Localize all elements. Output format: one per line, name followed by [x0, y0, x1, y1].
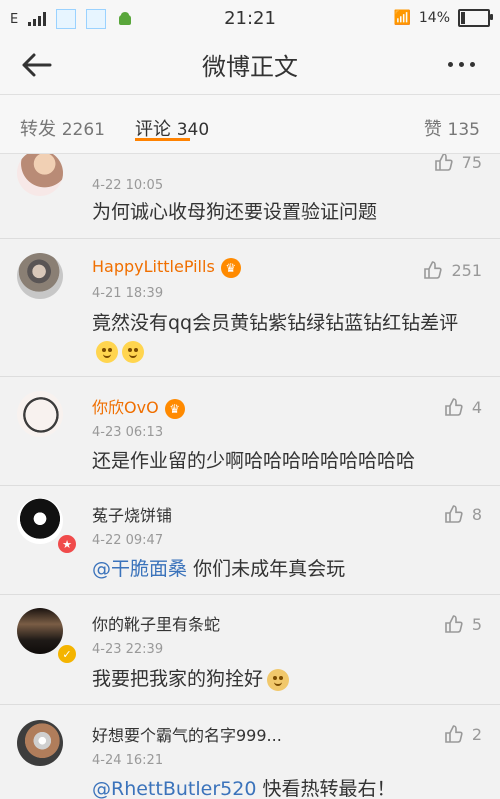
tab-repost-count: 2261 — [61, 120, 105, 140]
like-button[interactable]: 4 — [444, 397, 482, 417]
tab-likes-label: 赞 — [423, 119, 442, 140]
like-count: 8 — [471, 504, 482, 524]
comment-list: 4-22 10:05 为何诚心收母狗还要设置验证问题 75 HappyLittl… — [0, 154, 500, 799]
like-count: 5 — [471, 614, 482, 634]
like-count: 4 — [471, 397, 482, 417]
like-button[interactable]: 8 — [444, 504, 482, 524]
comment-text-body: 我要把我家的狗拴好 — [92, 668, 264, 690]
comment-user[interactable]: 你欣OvO ♛ — [92, 394, 185, 419]
status-right: 📶 14% — [393, 9, 493, 27]
thumbs-up-icon — [445, 725, 463, 743]
avatar[interactable] — [17, 391, 63, 437]
member-crown-icon: ♛ — [220, 257, 241, 278]
avatar[interactable] — [17, 253, 63, 299]
comment-row[interactable]: 你欣OvO ♛ 4-23 06:13 还是作业留的少啊哈哈哈哈哈哈哈哈哈 4 — [0, 377, 500, 486]
like-button[interactable]: 251 — [423, 260, 482, 280]
tab-comments-count: 340 — [176, 120, 210, 140]
comment-mention[interactable]: @RhettButler520 — [92, 778, 256, 799]
battery-percent: 14% — [418, 10, 450, 26]
top-header: 微博正文 — [0, 36, 500, 95]
thinking-emoji-icon — [96, 340, 118, 363]
avatar[interactable] — [17, 154, 63, 196]
thumbs-up-icon — [445, 505, 463, 523]
comment-text: 还是作业留的少啊哈哈哈哈哈哈哈哈哈 — [92, 450, 416, 472]
comment-user[interactable]: 你的靴子里有条蛇 — [92, 611, 220, 635]
comment-text: 我要把我家的狗拴好 — [92, 665, 468, 693]
thinking-emoji-icon — [122, 340, 144, 363]
more-button[interactable] — [442, 53, 482, 77]
thumbs-up-icon — [434, 154, 453, 171]
comment-time: 4-22 09:47 — [92, 533, 164, 548]
detail-tabs: 转发 2261 评论 340 赞 135 — [0, 95, 500, 154]
verified-badge-icon: ✓ — [56, 643, 78, 665]
comment-time: 4-24 16:21 — [92, 753, 164, 768]
like-count: 251 — [451, 260, 482, 280]
comment-row[interactable]: 好想要个霸气的名字999... 4-24 16:21 @RhettButler5… — [0, 705, 500, 799]
comment-time: 4-22 10:05 — [92, 178, 164, 193]
thumbs-up-icon — [445, 398, 463, 416]
active-tab-underline — [135, 138, 190, 141]
comment-mention[interactable]: @干脆面桑 — [92, 558, 187, 580]
comment-row[interactable]: HappyLittlePills ♛ 4-21 18:39 竟然没有qq会员黄钻紫… — [0, 239, 500, 377]
like-button[interactable]: 2 — [444, 724, 482, 744]
dog-emoji-icon — [267, 668, 290, 691]
wifi-icon: 📶 — [393, 10, 411, 26]
comment-text: @干脆面桑 你们未成年真会玩 — [92, 555, 468, 583]
comment-user-name: HappyLittlePills — [92, 257, 215, 276]
battery-icon — [458, 9, 493, 27]
thumbs-up-icon — [424, 261, 443, 279]
comment-text-body: 竟然没有qq会员黄钻紫钻绿钻蓝钻红钻差评 — [92, 312, 459, 334]
comment-row[interactable]: ✓ 你的靴子里有条蛇 4-23 22:39 我要把我家的狗拴好 5 — [0, 595, 500, 705]
comment-time: 4-21 18:39 — [92, 286, 164, 301]
comment-user[interactable]: HappyLittlePills ♛ — [92, 257, 241, 278]
status-bar: E 21:21 📶 14% — [0, 0, 500, 36]
comment-row[interactable]: ★ 菟子烧饼铺 4-22 09:47 @干脆面桑 你们未成年真会玩 8 — [0, 486, 500, 595]
comment-text-body: 快看热转最右！ — [262, 778, 396, 799]
verified-badge-icon: ★ — [56, 533, 78, 555]
comment-user[interactable]: 好想要个霸气的名字999... — [92, 722, 282, 746]
member-crown-icon: ♛ — [164, 398, 185, 419]
like-count: 2 — [471, 724, 482, 744]
comment-text-body: 你们未成年真会玩 — [193, 558, 346, 580]
like-button[interactable]: 5 — [444, 614, 482, 634]
avatar[interactable] — [17, 498, 63, 544]
page-title: 微博正文 — [202, 53, 298, 81]
tab-repost-label: 转发 — [20, 119, 56, 140]
thumbs-up-icon — [445, 615, 463, 633]
tab-likes[interactable]: 赞 135 — [424, 115, 480, 141]
avatar[interactable] — [17, 608, 63, 654]
comment-text: 为何诚心收母狗还要设置验证问题 — [92, 201, 378, 223]
like-count: 75 — [461, 154, 482, 172]
tab-comments-label: 评论 — [135, 119, 171, 140]
tab-likes-count: 135 — [447, 120, 480, 140]
comment-text: 竟然没有qq会员黄钻紫钻绿钻蓝钻红钻差评 — [92, 309, 468, 365]
tab-repost[interactable]: 转发 2261 — [20, 115, 105, 141]
avatar[interactable] — [17, 720, 63, 766]
comment-row[interactable]: 4-22 10:05 为何诚心收母狗还要设置验证问题 75 — [0, 154, 500, 239]
comment-time: 4-23 06:13 — [92, 425, 164, 440]
comment-time: 4-23 22:39 — [92, 642, 164, 657]
comment-user[interactable]: 菟子烧饼铺 — [92, 502, 172, 526]
comment-text: @RhettButler520 快看热转最右！ — [92, 775, 468, 799]
comment-user-name: 你欣OvO — [92, 398, 159, 417]
like-button[interactable]: 75 — [434, 154, 482, 172]
